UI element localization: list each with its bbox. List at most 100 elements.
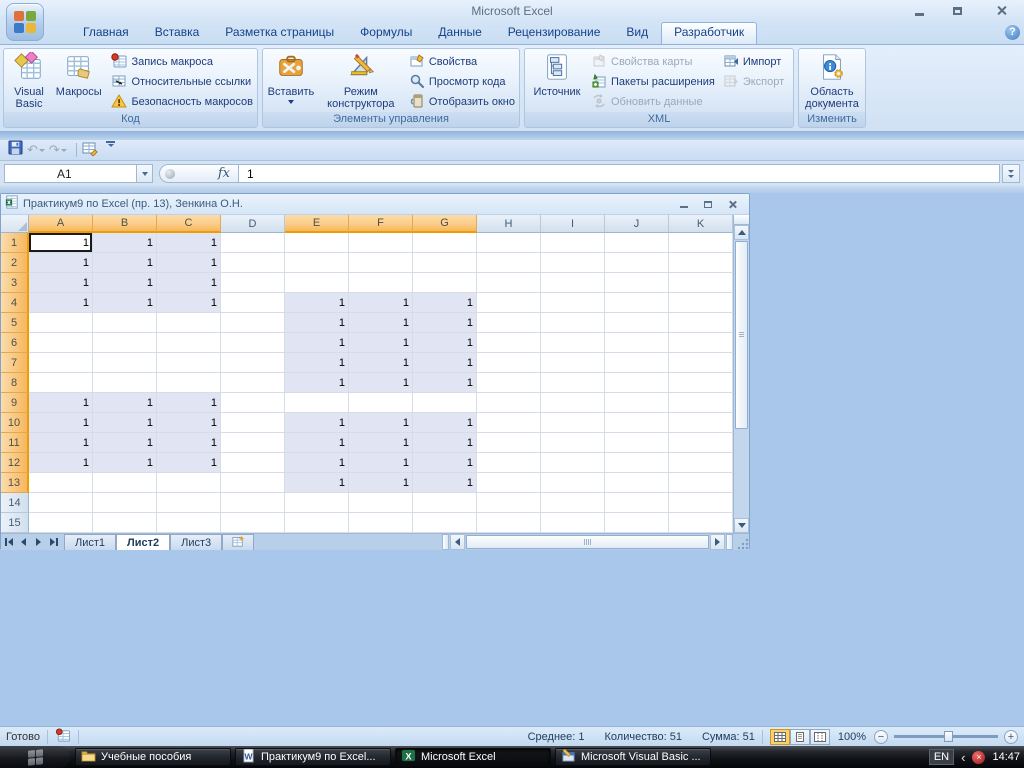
taskbar-item-2[interactable]: X Microsoft Excel [395,748,551,766]
undo-button[interactable]: ↶ [27,141,45,159]
cell-K9[interactable] [669,393,733,413]
formula-input[interactable]: 1 [239,164,1000,183]
ribbon-tab-6[interactable]: Вид [613,22,661,44]
page-break-view-button[interactable] [809,728,830,745]
column-header-H[interactable]: H [477,215,541,233]
cell-J2[interactable] [605,253,669,273]
row-header-11[interactable]: 11 [1,433,29,453]
cell-B4[interactable]: 1 [93,293,157,313]
row-header-6[interactable]: 6 [1,333,29,353]
cell-F8[interactable]: 1 [349,373,413,393]
cell-F7[interactable]: 1 [349,353,413,373]
cell-I10[interactable] [541,413,605,433]
cell-C13[interactable] [157,473,221,493]
horizontal-scroll-thumb[interactable] [466,535,709,549]
macro-security-button[interactable]: Безопасность макросов [109,92,255,112]
cell-E6[interactable]: 1 [285,333,349,353]
cell-H9[interactable] [477,393,541,413]
workbook-close-button[interactable] [728,200,737,209]
cell-B1[interactable]: 1 [93,233,157,253]
cell-H11[interactable] [477,433,541,453]
cell-K5[interactable] [669,313,733,333]
cell-C2[interactable]: 1 [157,253,221,273]
cell-I14[interactable] [541,493,605,513]
cell-G7[interactable]: 1 [413,353,477,373]
cell-K1[interactable] [669,233,733,253]
cell-D15[interactable] [221,513,285,533]
cell-J13[interactable] [605,473,669,493]
cell-J6[interactable] [605,333,669,353]
cell-J1[interactable] [605,233,669,253]
cell-C7[interactable] [157,353,221,373]
ribbon-tab-1[interactable]: Вставка [142,22,213,44]
cell-I3[interactable] [541,273,605,293]
cell-H13[interactable] [477,473,541,493]
cell-A12[interactable]: 1 [29,453,93,473]
row-header-13[interactable]: 13 [1,473,29,493]
xml-source-button[interactable]: Источник [527,50,587,98]
office-button[interactable] [6,3,44,41]
last-sheet-button[interactable] [46,534,61,550]
cell-G9[interactable] [413,393,477,413]
cell-D12[interactable] [221,453,285,473]
page-layout-view-button[interactable] [789,728,810,745]
cell-G2[interactable] [413,253,477,273]
cell-D6[interactable] [221,333,285,353]
minimize-button[interactable] [904,3,934,18]
vertical-split-handle[interactable] [734,215,749,225]
cell-H1[interactable] [477,233,541,253]
cell-H3[interactable] [477,273,541,293]
cell-D13[interactable] [221,473,285,493]
cell-D7[interactable] [221,353,285,373]
cell-H14[interactable] [477,493,541,513]
cell-J9[interactable] [605,393,669,413]
cell-K13[interactable] [669,473,733,493]
scroll-right-button[interactable] [710,534,725,550]
cell-H5[interactable] [477,313,541,333]
cell-B14[interactable] [93,493,157,513]
cell-G4[interactable]: 1 [413,293,477,313]
cell-D1[interactable] [221,233,285,253]
zoom-slider-thumb[interactable] [943,731,953,742]
cell-E5[interactable]: 1 [285,313,349,333]
column-header-A[interactable]: A [29,215,93,233]
cell-H6[interactable] [477,333,541,353]
column-header-F[interactable]: F [349,215,413,233]
cell-F1[interactable] [349,233,413,253]
sheet-tab-0[interactable]: Лист1 [64,534,117,550]
cell-K11[interactable] [669,433,733,453]
cell-C14[interactable] [157,493,221,513]
cell-J7[interactable] [605,353,669,373]
cell-K7[interactable] [669,353,733,373]
properties-button[interactable]: Свойства [407,52,517,72]
cell-K2[interactable] [669,253,733,273]
cell-I4[interactable] [541,293,605,313]
cell-I13[interactable] [541,473,605,493]
cell-E14[interactable] [285,493,349,513]
cell-B6[interactable] [93,333,157,353]
refresh-data-button[interactable]: Обновить данные [589,92,717,112]
visual-basic-button[interactable]: Visual Basic [6,50,52,110]
row-header-7[interactable]: 7 [1,353,29,373]
cell-E2[interactable] [285,253,349,273]
cell-C1[interactable]: 1 [157,233,221,253]
workbook-maximize-button[interactable] [704,200,712,208]
cell-H4[interactable] [477,293,541,313]
cell-H8[interactable] [477,373,541,393]
cell-G10[interactable]: 1 [413,413,477,433]
cell-A4[interactable]: 1 [29,293,93,313]
column-header-B[interactable]: B [93,215,157,233]
cell-I5[interactable] [541,313,605,333]
cell-D4[interactable] [221,293,285,313]
cell-B5[interactable] [93,313,157,333]
cell-J4[interactable] [605,293,669,313]
cell-F12[interactable]: 1 [349,453,413,473]
cell-F3[interactable] [349,273,413,293]
group-label-xml[interactable]: XML [525,112,793,127]
cell-H15[interactable] [477,513,541,533]
save-button[interactable] [8,140,23,159]
show-window-button[interactable]: Отобразить окно [407,92,517,112]
first-sheet-button[interactable] [1,534,16,550]
cell-G14[interactable] [413,493,477,513]
cell-D5[interactable] [221,313,285,333]
